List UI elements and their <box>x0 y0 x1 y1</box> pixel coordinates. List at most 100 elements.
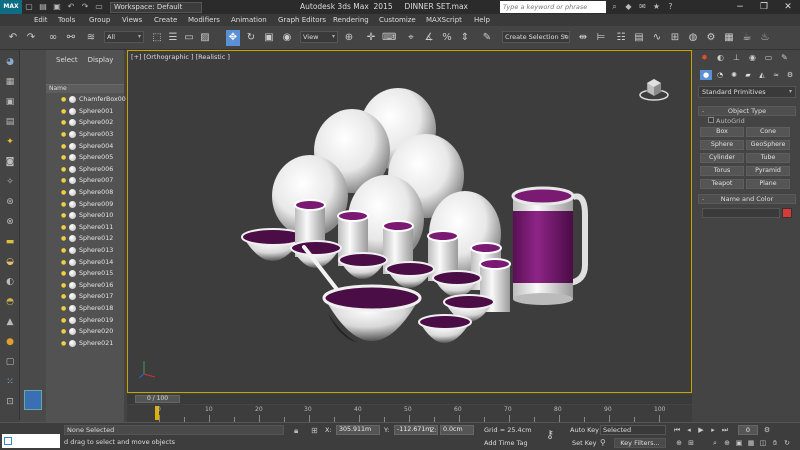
window-crossing-icon[interactable]: ▨ <box>198 30 212 46</box>
light-bulb-icon[interactable]: ● <box>61 108 66 115</box>
light-bulb-icon[interactable]: ● <box>61 282 66 289</box>
layer-swatch[interactable] <box>24 390 42 410</box>
light-bulb-icon[interactable]: ● <box>61 96 66 103</box>
absolute-mode-icon[interactable]: ⊞ <box>311 426 318 435</box>
light-bulb-icon[interactable]: ● <box>61 143 66 150</box>
time-config-icon[interactable]: ⚙ <box>762 425 772 435</box>
new-file-icon[interactable]: ▢ <box>22 0 36 14</box>
orbit-icon[interactable]: ↻ <box>782 438 792 448</box>
perspective-viewport[interactable]: [+] [Orthographic ] [Realistic ] <box>127 50 692 393</box>
spinner-snap-icon[interactable]: ⇕ <box>458 30 472 46</box>
list-item[interactable]: ● Sphere002 <box>46 117 124 129</box>
time-slider-handle[interactable]: 0 / 100 <box>135 395 180 403</box>
named-selection-dropdown[interactable]: Create Selection Se <box>502 31 570 43</box>
create-tab-icon[interactable]: ✸ <box>698 52 711 64</box>
bowl[interactable] <box>338 252 388 279</box>
geometry-category-icon[interactable]: ● <box>700 70 712 80</box>
bowl[interactable] <box>418 314 472 343</box>
helpers-category-icon[interactable]: ◭ <box>756 70 768 80</box>
cameras-filter-icon[interactable]: ◙ <box>3 156 17 168</box>
jug[interactable] <box>511 186 588 305</box>
key-mode-icon[interactable]: ⚲ <box>600 438 606 447</box>
list-item[interactable]: ● Sphere013 <box>46 245 124 257</box>
display-tab-icon[interactable]: ▭ <box>762 52 775 64</box>
schematic-view-icon[interactable]: ⊞ <box>668 30 682 46</box>
go-to-start-icon[interactable]: ⏮ <box>672 425 682 435</box>
list-item[interactable]: ● Sphere009 <box>46 198 124 210</box>
teapot-button[interactable]: Teapot <box>700 179 744 189</box>
menu-views[interactable]: Views <box>122 14 142 26</box>
motion-tab-icon[interactable]: ◉ <box>746 52 759 64</box>
project-folder-icon[interactable]: ▭ <box>92 0 106 14</box>
add-time-tag-button[interactable]: Add Time Tag <box>484 439 528 447</box>
list-item[interactable]: ● ChamferBox00 <box>46 94 126 106</box>
field-of-view-icon[interactable]: ◫ <box>758 438 768 448</box>
list-item[interactable]: ● Sphere015 <box>46 268 124 280</box>
modify-tab-icon[interactable]: ◐ <box>714 52 727 64</box>
x-coordinate-field[interactable]: 305.911m <box>336 425 380 435</box>
select-by-name-icon[interactable]: ☰ <box>166 30 180 46</box>
zoom-extents-icon[interactable]: ▣ <box>734 438 744 448</box>
light-bulb-icon[interactable]: ● <box>61 247 66 254</box>
pivot-center-icon[interactable]: ⊕ <box>342 30 356 46</box>
light-bulb-icon[interactable]: ● <box>61 328 66 335</box>
plane-button[interactable]: Plane <box>746 179 790 189</box>
cylinder-button[interactable]: Cylinder <box>700 153 744 163</box>
utilities-tab-icon[interactable]: ✎ <box>778 52 791 64</box>
list-item[interactable]: ● Sphere010 <box>46 210 124 222</box>
groups-filter-icon[interactable]: ⊗ <box>3 216 17 228</box>
binoculars-icon[interactable]: ⌕ <box>608 0 621 14</box>
find-icon[interactable]: ⁙ <box>3 376 17 388</box>
render-teapot-icon[interactable]: ♨ <box>758 30 772 46</box>
select-object-icon[interactable]: ⬚ <box>150 30 164 46</box>
key-filters-button[interactable]: Key Filters... <box>614 438 666 448</box>
list-item[interactable]: ● Sphere017 <box>46 291 124 303</box>
list-item[interactable]: ● Sphere007 <box>46 175 124 187</box>
menu-rendering[interactable]: Rendering <box>333 14 369 26</box>
edit-named-selection-icon[interactable]: ✎ <box>480 30 494 46</box>
containers-filter-icon[interactable]: ◐ <box>3 276 17 288</box>
subscription-icon[interactable]: ◆ <box>622 0 635 14</box>
menu-maxscript[interactable]: MAXScript <box>426 14 462 26</box>
light-bulb-icon[interactable]: ● <box>61 177 66 184</box>
auto-key-button[interactable]: Auto Key <box>570 425 599 435</box>
select-and-rotate-icon[interactable]: ↻ <box>244 30 258 46</box>
redo-icon[interactable]: ↷ <box>78 0 92 14</box>
light-bulb-icon[interactable]: ● <box>61 235 66 242</box>
hierarchy-icon[interactable]: ⊡ <box>3 396 17 408</box>
viewcube-icon[interactable] <box>639 73 669 103</box>
list-item[interactable]: ● Sphere011 <box>46 222 124 234</box>
link-icon[interactable]: ∞ <box>46 30 60 46</box>
sphere-button[interactable]: Sphere <box>700 140 744 150</box>
frozen-filter-icon[interactable]: ◓ <box>3 296 17 308</box>
object-type-rollout[interactable]: Object Type <box>698 106 796 116</box>
display-icon[interactable]: ▦ <box>3 76 17 88</box>
open-file-icon[interactable]: ▤ <box>36 0 50 14</box>
viewport-label[interactable]: [+] [Orthographic ] [Realistic ] <box>131 53 230 61</box>
hidden-filter-icon[interactable]: ▲ <box>3 316 17 328</box>
light-bulb-icon[interactable]: ● <box>61 305 66 312</box>
light-bulb-icon[interactable]: ● <box>61 131 66 138</box>
selection-region-icon[interactable]: ▭ <box>182 30 196 46</box>
keyboard-shortcut-icon[interactable]: ⌨ <box>382 30 396 46</box>
menu-tools[interactable]: Tools <box>58 14 75 26</box>
percent-snap-icon[interactable]: % <box>440 30 454 46</box>
light-bulb-icon[interactable]: ● <box>61 154 66 161</box>
redo-tool-icon[interactable]: ↷ <box>24 30 38 46</box>
time-configuration-icon[interactable]: ⊞ <box>686 438 696 448</box>
list-item[interactable]: ● Sphere019 <box>46 314 124 326</box>
shapes-filter-icon[interactable]: ▤ <box>3 116 17 128</box>
list-item[interactable]: ● Sphere018 <box>46 303 124 315</box>
menu-modifiers[interactable]: Modifiers <box>188 14 220 26</box>
favorites-icon[interactable]: ★ <box>650 0 663 14</box>
geosphere-button[interactable]: GeoSphere <box>746 140 790 150</box>
systems-category-icon[interactable]: ⚙ <box>784 70 796 80</box>
list-item[interactable]: ● Sphere020 <box>46 326 124 338</box>
lock-selection-icon[interactable]: 🔒︎ <box>294 426 298 436</box>
object-name-field[interactable] <box>702 208 780 218</box>
lock-filter-icon[interactable]: ▢ <box>3 356 17 368</box>
autogrid-checkbox[interactable] <box>708 117 714 123</box>
list-item[interactable]: ● Sphere014 <box>46 256 124 268</box>
tab-display[interactable]: Display <box>88 56 114 64</box>
particles-filter-icon[interactable]: ● <box>3 336 17 348</box>
